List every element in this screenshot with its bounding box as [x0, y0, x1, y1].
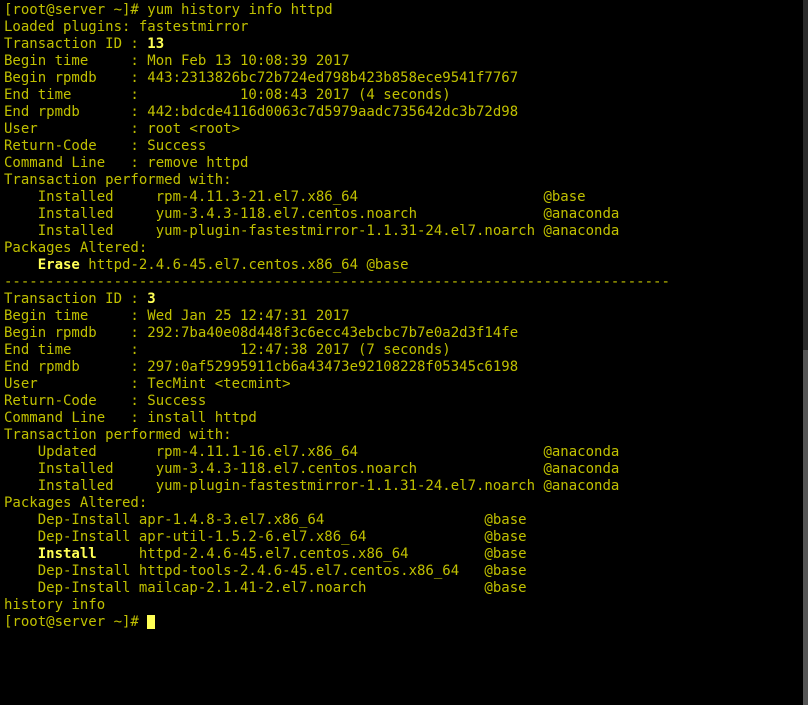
- scrollbar-thumb[interactable]: [803, 350, 808, 705]
- transaction-id-value: 13: [147, 36, 164, 52]
- tpw-row: Installed yum-plugin-fastestmirror-1.1.3…: [4, 223, 619, 239]
- command-line: Command Line : remove httpd: [4, 155, 248, 171]
- scrollbar-track[interactable]: [803, 0, 808, 705]
- dep-install-row: Dep-Install apr-1.4.8-3.el7.x86_64 @base: [4, 512, 527, 528]
- tpw-row: Installed rpm-4.11.3-21.el7.x86_64 @base: [4, 189, 586, 205]
- packages-altered-label: Packages Altered:: [4, 240, 147, 256]
- command-line: Command Line : install httpd: [4, 410, 257, 426]
- loaded-plugins: Loaded plugins: fastestmirror: [4, 19, 248, 35]
- return-code: Return-Code : Success: [4, 138, 206, 154]
- end-rpmdb: End rpmdb : 442:bdcde4116d0063c7d5979aad…: [4, 104, 518, 120]
- end-time: End time : 12:47:38 2017 (7 seconds): [4, 342, 451, 358]
- return-code: Return-Code : Success: [4, 393, 206, 409]
- transaction-id-line: Transaction ID : 3: [4, 291, 156, 307]
- cursor-block: [147, 615, 155, 629]
- transaction-performed-with: Transaction performed with:: [4, 172, 232, 188]
- end-rpmdb: End rpmdb : 297:0af52995911cb6a43473e921…: [4, 359, 518, 375]
- transaction-performed-with: Transaction performed with:: [4, 427, 232, 443]
- user-line: User : root <root>: [4, 121, 240, 137]
- erase-action: Erase: [38, 257, 80, 273]
- erase-row: Erase httpd-2.4.6-45.el7.centos.x86_64 @…: [4, 257, 409, 273]
- tpw-row: Installed yum-3.4.3-118.el7.centos.noarc…: [4, 206, 619, 222]
- install-action: Install: [38, 546, 97, 562]
- terminal-output[interactable]: [root@server ~]# yum history info httpd …: [0, 0, 808, 633]
- end-time: End time : 10:08:43 2017 (4 seconds): [4, 87, 451, 103]
- prompt: [root@server ~]#: [4, 2, 147, 18]
- transaction-id-value: 3: [147, 291, 155, 307]
- separator-line: ----------------------------------------…: [4, 274, 670, 290]
- prompt: [root@server ~]#: [4, 614, 147, 630]
- tpw-row: Updated rpm-4.11.1-16.el7.x86_64 @anacon…: [4, 444, 619, 460]
- dep-install-row: Dep-Install mailcap-2.1.41-2.el7.noarch …: [4, 580, 527, 596]
- tpw-row: Installed yum-plugin-fastestmirror-1.1.3…: [4, 478, 619, 494]
- begin-time: Begin time : Mon Feb 13 10:08:39 2017: [4, 53, 350, 69]
- dep-install-row: Dep-Install httpd-tools-2.4.6-45.el7.cen…: [4, 563, 527, 579]
- command-text: yum history info httpd: [147, 2, 332, 18]
- tpw-row: Installed yum-3.4.3-118.el7.centos.noarc…: [4, 461, 619, 477]
- user-line: User : TecMint <tecmint>: [4, 376, 291, 392]
- history-info-footer: history info: [4, 597, 105, 613]
- transaction-id-line: Transaction ID : 13: [4, 36, 164, 52]
- begin-time: Begin time : Wed Jan 25 12:47:31 2017: [4, 308, 350, 324]
- dep-install-row: Dep-Install apr-util-1.5.2-6.el7.x86_64 …: [4, 529, 527, 545]
- begin-rpmdb: Begin rpmdb : 292:7ba40e08d448f3c6ecc43e…: [4, 325, 518, 341]
- begin-rpmdb: Begin rpmdb : 443:2313826bc72b724ed798b4…: [4, 70, 518, 86]
- install-row: Install httpd-2.4.6-45.el7.centos.x86_64…: [4, 546, 527, 562]
- packages-altered-label: Packages Altered:: [4, 495, 147, 511]
